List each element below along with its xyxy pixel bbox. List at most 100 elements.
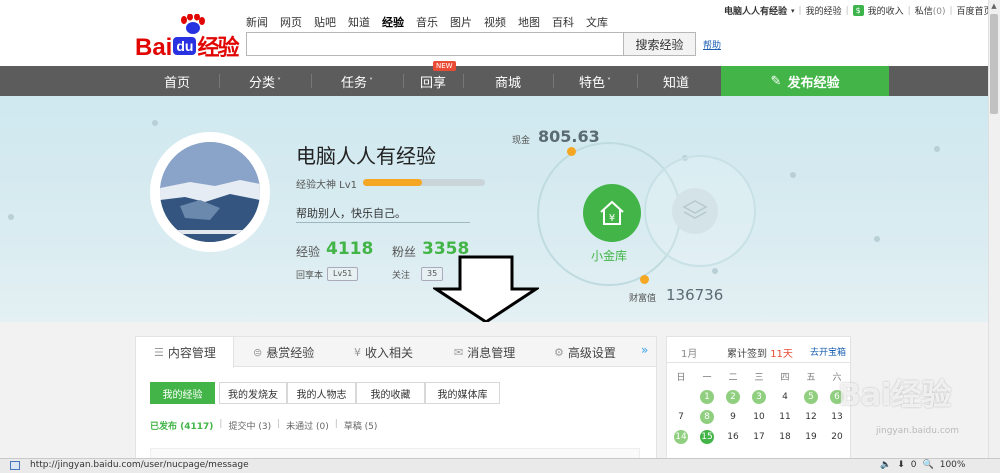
- calendar-day[interactable]: 14: [674, 430, 688, 444]
- nav-feature[interactable]: 特色 ˅: [553, 66, 637, 96]
- divider: |: [798, 5, 802, 16]
- zoom-icon[interactable]: 🔍: [923, 460, 934, 470]
- decor-dot: [790, 172, 796, 178]
- username-link[interactable]: 电脑人人有经验: [724, 4, 787, 17]
- topnav-item[interactable]: 新闻: [246, 14, 268, 30]
- nav-category[interactable]: 分类 ˅: [219, 66, 311, 96]
- logo-du: du: [173, 37, 197, 55]
- nav-home-label: 首页: [163, 75, 190, 91]
- topnav-item[interactable]: 知道: [348, 14, 370, 30]
- avatar[interactable]: [160, 142, 260, 242]
- open-chest-link[interactable]: 去开宝箱: [810, 345, 846, 358]
- weekday-label: 二: [728, 373, 738, 383]
- divider: |: [845, 5, 849, 16]
- weekday-label: 日: [676, 373, 686, 383]
- message-count: (0): [932, 7, 946, 17]
- tab-messages[interactable]: ✉ 消息管理: [454, 337, 515, 367]
- calendar-day[interactable]: 17: [752, 430, 766, 444]
- tab-income[interactable]: ¥ 收入相关: [354, 337, 413, 367]
- exp-value[interactable]: 4118: [326, 239, 373, 259]
- calendar-day[interactable]: 1: [700, 390, 714, 404]
- vault-house-icon[interactable]: ¥: [583, 184, 641, 242]
- wealth-label: 财富值: [629, 294, 657, 304]
- chevron-down-icon[interactable]: ▾: [791, 7, 795, 15]
- messages-link[interactable]: 私信(0): [915, 4, 946, 17]
- tab-more-icon[interactable]: »: [641, 343, 648, 357]
- layers-icon[interactable]: [672, 188, 718, 234]
- follow-label: 关注: [392, 271, 411, 281]
- nav-task[interactable]: 任务 ˅: [311, 66, 403, 96]
- calendar-day[interactable]: 20: [830, 430, 844, 444]
- calendar-day[interactable]: 16: [726, 430, 740, 444]
- topnav-item[interactable]: 文库: [586, 14, 608, 30]
- filter-submitting[interactable]: 提交中 (3): [228, 419, 271, 432]
- topnav-item[interactable]: 视频: [484, 14, 506, 30]
- calendar-day[interactable]: 12: [804, 410, 818, 424]
- topnav-item[interactable]: 音乐: [416, 14, 438, 30]
- scrollbar-thumb[interactable]: [990, 14, 998, 114]
- filter-published[interactable]: 已发布 (4117): [150, 419, 213, 432]
- baidu-jingyan-logo[interactable]: Bai du 经验: [135, 30, 239, 70]
- search-input[interactable]: [246, 32, 623, 56]
- tab-content-manage-label: 内容管理: [167, 346, 216, 360]
- messages-label: 私信: [914, 7, 933, 17]
- baidu-watermark: Bai经验: [838, 378, 952, 413]
- subtab-fans[interactable]: 我的发烧友: [219, 382, 287, 404]
- topnav-item[interactable]: 地图: [518, 14, 540, 30]
- subtab-favorites[interactable]: 我的收藏: [356, 382, 425, 404]
- fans-label: 粉丝: [392, 245, 417, 259]
- topnav-item[interactable]: 百科: [552, 14, 574, 30]
- help-link[interactable]: 帮助: [703, 38, 721, 51]
- chevron-down-icon: ˅: [607, 76, 611, 86]
- status-url: http://jingyan.baidu.com/user/nucpage/me…: [30, 460, 249, 470]
- subtab-my-exp[interactable]: 我的经验: [150, 382, 215, 404]
- calendar-day[interactable]: 8: [700, 410, 714, 424]
- status-filters: 已发布 (4117) | 提交中 (3) | 未通过 (0) | 草稿 (5): [150, 419, 377, 432]
- calendar-day[interactable]: 7: [674, 410, 688, 424]
- calendar-day[interactable]: 3: [752, 390, 766, 404]
- my-income-link[interactable]: 我的收入: [868, 4, 904, 17]
- chevron-down-icon: ˅: [277, 76, 281, 86]
- nav-huixiang-label: 回享: [419, 75, 446, 91]
- topnav-item[interactable]: 经验: [382, 14, 404, 30]
- zoom-level[interactable]: 100%: [940, 460, 966, 470]
- nav-category-label: 分类: [248, 75, 275, 91]
- calendar-day[interactable]: 18: [778, 430, 792, 444]
- calendar-day[interactable]: 4: [778, 390, 792, 404]
- calendar-day[interactable]: 19: [804, 430, 818, 444]
- mail-icon: ✉: [454, 345, 464, 359]
- divider: [667, 362, 850, 363]
- search-button[interactable]: 搜索经验: [623, 32, 696, 56]
- publish-button[interactable]: ✎ 发布经验: [721, 66, 889, 96]
- vault-label[interactable]: 小金库: [591, 247, 627, 264]
- subtab-people[interactable]: 我的人物志: [287, 382, 356, 404]
- cash-value: 805.63: [538, 127, 600, 146]
- nav-home[interactable]: 首页: [135, 66, 219, 96]
- calendar-day[interactable]: 15: [700, 430, 714, 444]
- subtab-media[interactable]: 我的媒体库: [425, 382, 500, 404]
- speaker-icon[interactable]: 🔈: [880, 460, 891, 470]
- tab-advanced-label: 高级设置: [567, 345, 616, 360]
- nav-zhidao[interactable]: 知道: [637, 66, 715, 96]
- motto-text[interactable]: 帮助别人，快乐自己。: [296, 205, 406, 221]
- list-item[interactable]: [150, 448, 640, 458]
- level-progress-fill: [363, 179, 422, 186]
- tab-reward[interactable]: ⊜ 悬赏经验: [253, 337, 314, 367]
- calendar-day[interactable]: 2: [726, 390, 740, 404]
- my-exp-link[interactable]: 我的经验: [806, 4, 842, 17]
- filter-drafts[interactable]: 草稿 (5): [344, 419, 378, 432]
- scroll-up-icon[interactable]: ▲: [988, 0, 1000, 12]
- exp-label: 经验: [296, 245, 321, 259]
- filter-rejected[interactable]: 未通过 (0): [286, 419, 329, 432]
- calendar-day[interactable]: 10: [752, 410, 766, 424]
- download-icon[interactable]: ⬇: [897, 460, 905, 470]
- nav-mall[interactable]: 商城: [463, 66, 553, 96]
- calendar-day[interactable]: 9: [726, 410, 740, 424]
- calendar-day[interactable]: 11: [778, 410, 792, 424]
- tab-content-manage[interactable]: ☰ 内容管理: [136, 337, 234, 368]
- topnav-item[interactable]: 网页: [280, 14, 302, 30]
- calendar-day[interactable]: 5: [804, 390, 818, 404]
- topnav-item[interactable]: 贴吧: [314, 14, 336, 30]
- topnav-item[interactable]: 图片: [450, 14, 472, 30]
- tab-advanced[interactable]: ⚙ 高级设置: [554, 337, 616, 367]
